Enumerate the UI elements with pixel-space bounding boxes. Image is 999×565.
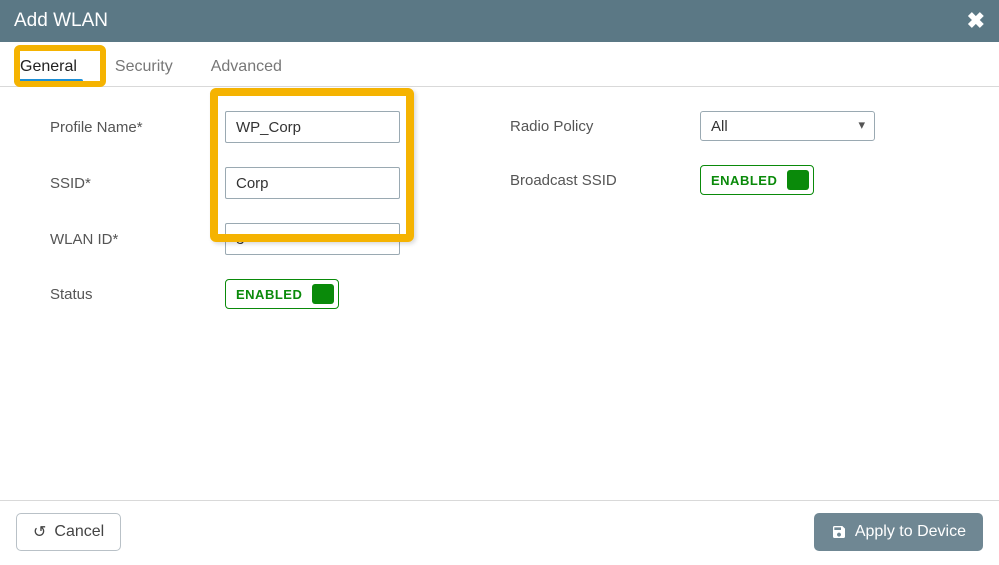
radio-policy-label: Radio Policy bbox=[510, 118, 690, 135]
form-body: Profile Name* SSID* WLAN ID* Status ENAB… bbox=[0, 87, 999, 500]
radio-policy-select[interactable]: All bbox=[700, 111, 875, 141]
modal-footer: ↻ Cancel Apply to Device bbox=[0, 500, 999, 565]
tab-security[interactable]: Security bbox=[111, 50, 177, 86]
apply-button-label: Apply to Device bbox=[855, 523, 966, 541]
tab-label: General bbox=[20, 58, 77, 75]
profile-name-label: Profile Name* bbox=[50, 119, 215, 136]
add-wlan-modal: Add WLAN ✖ General Security Advanced Pro… bbox=[0, 0, 999, 565]
apply-button[interactable]: Apply to Device bbox=[814, 513, 983, 551]
cancel-button-label: Cancel bbox=[54, 523, 104, 541]
status-toggle[interactable]: ENABLED bbox=[225, 279, 339, 309]
toggle-knob bbox=[312, 284, 334, 304]
tab-label: Advanced bbox=[211, 58, 282, 75]
status-toggle-state: ENABLED bbox=[236, 287, 302, 302]
broadcast-ssid-label: Broadcast SSID bbox=[510, 172, 690, 189]
wlan-id-input[interactable] bbox=[225, 223, 400, 255]
status-label: Status bbox=[50, 286, 215, 303]
cancel-button[interactable]: ↻ Cancel bbox=[16, 513, 121, 551]
row-wlan-id: WLAN ID* bbox=[50, 223, 430, 255]
row-status: Status ENABLED bbox=[50, 279, 430, 309]
column-left: Profile Name* SSID* WLAN ID* Status ENAB… bbox=[50, 111, 430, 490]
toggle-knob bbox=[787, 170, 809, 190]
tab-general[interactable]: General bbox=[16, 50, 81, 86]
row-radio-policy: Radio Policy All bbox=[510, 111, 910, 141]
row-broadcast-ssid: Broadcast SSID ENABLED bbox=[510, 165, 910, 195]
row-ssid: SSID* bbox=[50, 167, 430, 199]
broadcast-ssid-toggle[interactable]: ENABLED bbox=[700, 165, 814, 195]
tab-advanced[interactable]: Advanced bbox=[207, 50, 286, 86]
tab-label: Security bbox=[115, 58, 173, 75]
profile-name-input[interactable] bbox=[225, 111, 400, 143]
broadcast-ssid-toggle-state: ENABLED bbox=[711, 173, 777, 188]
column-right: Radio Policy All Broadcast SSID ENABLED bbox=[510, 111, 910, 490]
ssid-input[interactable] bbox=[225, 167, 400, 199]
wlan-id-label: WLAN ID* bbox=[50, 231, 215, 248]
modal-header: Add WLAN ✖ bbox=[0, 0, 999, 42]
save-icon bbox=[831, 524, 847, 540]
tabs-bar: General Security Advanced bbox=[0, 42, 999, 87]
close-icon[interactable]: ✖ bbox=[967, 8, 985, 34]
modal-title: Add WLAN bbox=[14, 10, 108, 32]
undo-icon: ↻ bbox=[33, 522, 46, 542]
row-profile-name: Profile Name* bbox=[50, 111, 430, 143]
radio-policy-select-wrap: All bbox=[700, 111, 875, 141]
ssid-label: SSID* bbox=[50, 175, 215, 192]
